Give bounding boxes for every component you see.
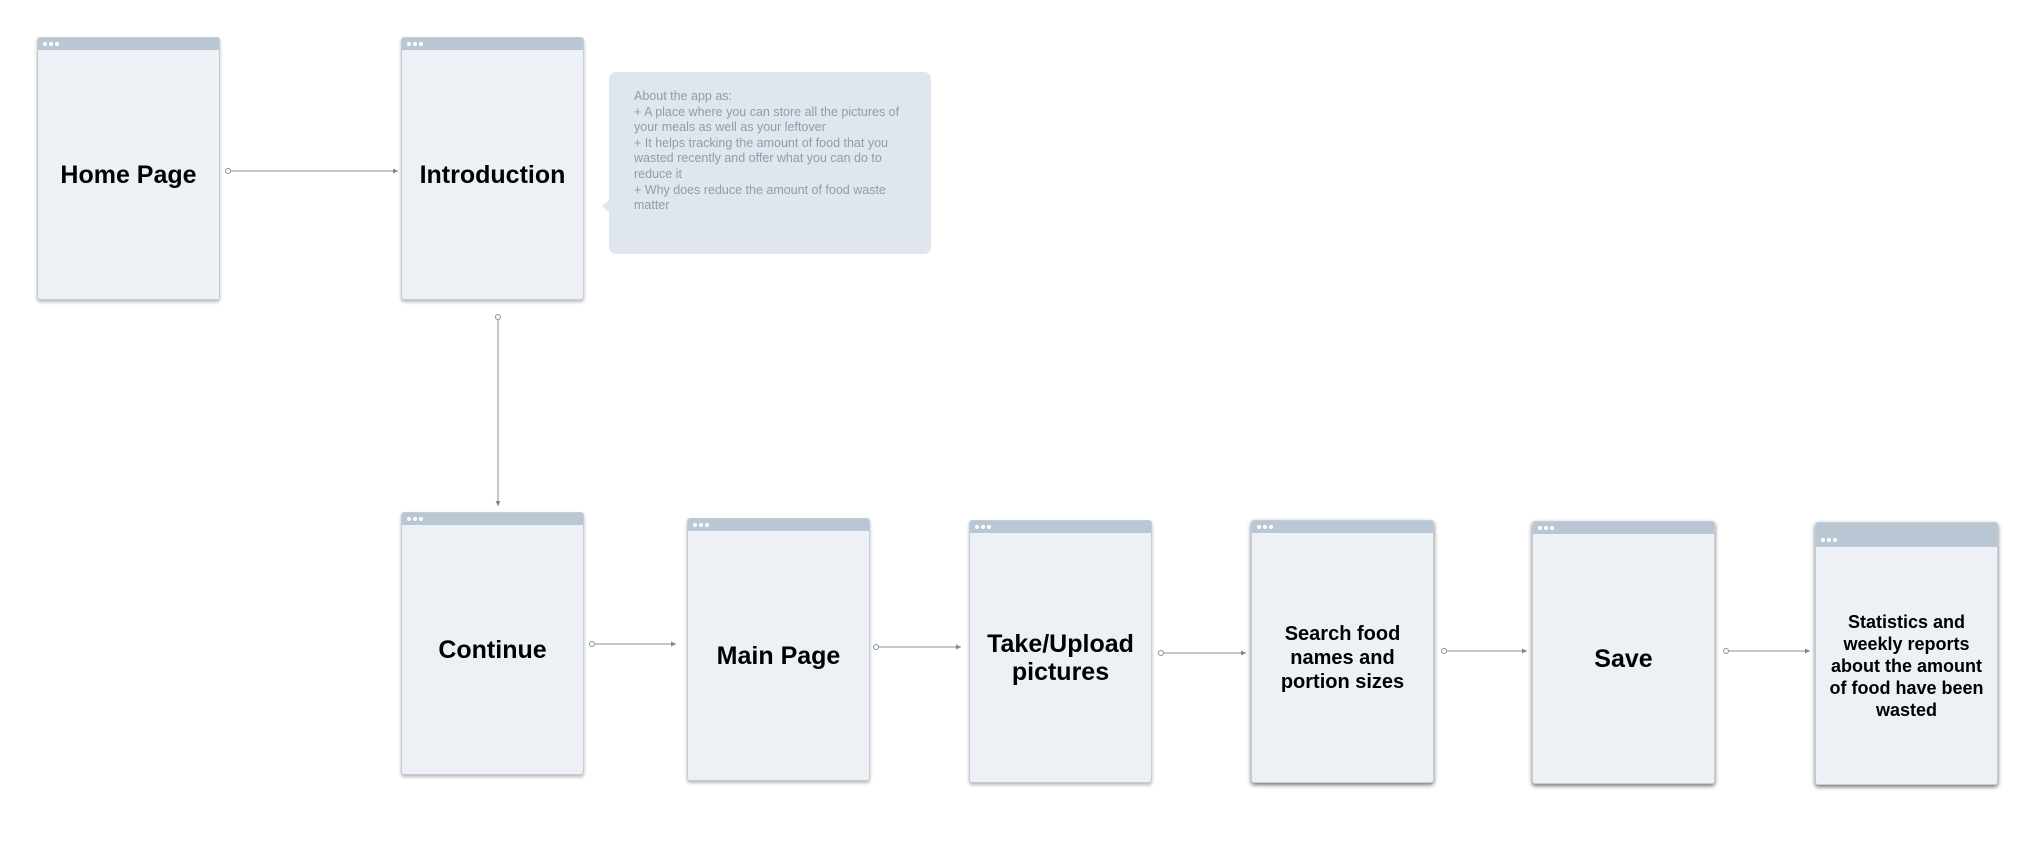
screen-label: Take/Upload pictures [987, 629, 1134, 686]
connector-origin-dot [1723, 648, 1729, 654]
note-line: + A place where you can store all the pi… [634, 104, 900, 135]
window-titlebar [1533, 522, 1714, 534]
window-titlebar [38, 38, 219, 50]
screen-label: Introduction [419, 160, 566, 189]
window-dots-icon [1538, 526, 1554, 530]
window-titlebar [688, 519, 869, 531]
window-dots-icon [975, 525, 991, 529]
note-line: + Why does reduce the amount of food was… [634, 182, 886, 213]
connector-origin-dot [495, 314, 501, 320]
window-dots-icon [693, 523, 709, 527]
connector-origin-dot [1441, 648, 1447, 654]
window-dots-icon [407, 42, 423, 46]
window-titlebar [1252, 521, 1433, 533]
window-dots-icon [43, 42, 59, 46]
screen-label: Save [1594, 644, 1653, 673]
screen-label: Continue [438, 635, 547, 664]
screen-label: Statistics and weekly reports about the … [1829, 611, 1984, 720]
window-dots-icon [1257, 525, 1273, 529]
screen-label: Home Page [60, 160, 197, 189]
screen-label: Main Page [716, 641, 841, 670]
screen-introduction[interactable]: Introduction [401, 37, 584, 300]
window-titlebar [402, 513, 583, 525]
note-line: About the app as: [634, 89, 732, 103]
note-line: + It helps tracking the amount of food t… [634, 135, 888, 181]
window-titlebar [970, 521, 1151, 533]
window-titlebar [402, 38, 583, 50]
connector-origin-dot [225, 168, 231, 174]
screen-home-page[interactable]: Home Page [37, 37, 220, 300]
window-dots-icon [1821, 538, 1837, 542]
screen-search-food[interactable]: Search food names and portion sizes [1251, 520, 1434, 783]
screen-take-upload-pictures[interactable]: Take/Upload pictures [969, 520, 1152, 783]
connector-origin-dot [1158, 650, 1164, 656]
connector-origin-dot [589, 641, 595, 647]
window-dots-icon [407, 517, 423, 521]
annotation-note: About the app as: + A place where you ca… [609, 72, 931, 254]
connector-origin-dot [873, 644, 879, 650]
window-titlebar [1816, 523, 1997, 547]
screen-continue[interactable]: Continue [401, 512, 584, 775]
screen-statistics[interactable]: Statistics and weekly reports about the … [1815, 522, 1998, 785]
screen-save[interactable]: Save [1532, 521, 1715, 784]
screen-main-page[interactable]: Main Page [687, 518, 870, 781]
screen-label: Search food names and portion sizes [1280, 622, 1405, 693]
